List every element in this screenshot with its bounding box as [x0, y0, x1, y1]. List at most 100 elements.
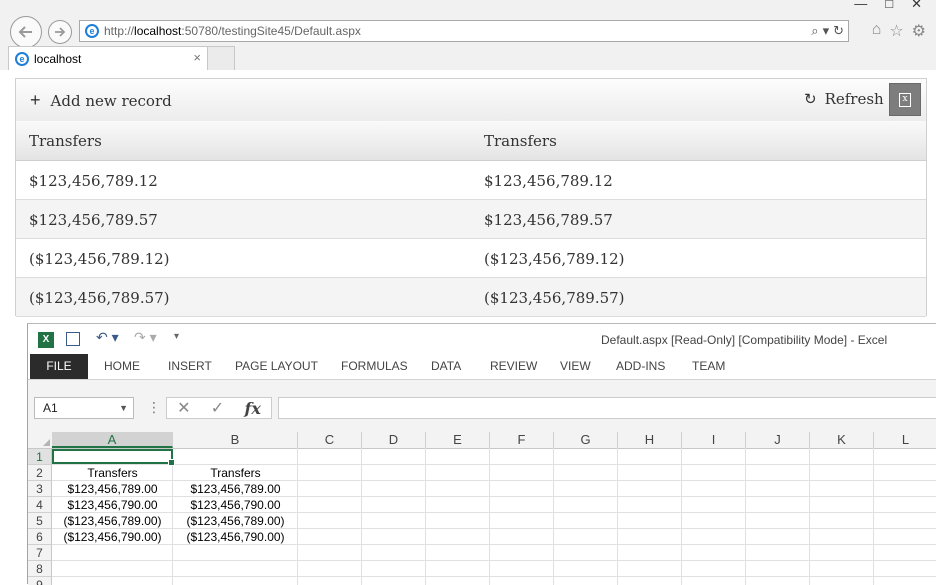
column-header-bar: ABCDEFGHIJKL	[28, 432, 936, 449]
cell-b2[interactable]: Transfers	[173, 465, 298, 481]
cell-a4[interactable]: $123,456,790.00	[52, 497, 173, 513]
column-header-k[interactable]: K	[810, 432, 874, 448]
column-header[interactable]: Transfers	[29, 132, 102, 150]
row-header-5[interactable]: 5	[28, 513, 52, 529]
column-header-g[interactable]: G	[554, 432, 618, 448]
save-icon[interactable]	[66, 332, 80, 346]
formula-bar-area: A1 ▼ ⋮ ✕ ✓ fx	[28, 380, 936, 432]
excel-export-icon: x	[899, 92, 911, 107]
active-cell-selection[interactable]	[52, 449, 175, 466]
cell-b4[interactable]: $123,456,790.00	[173, 497, 298, 513]
table-cell: $123,456,789.57	[484, 211, 613, 229]
back-button[interactable]	[10, 16, 42, 48]
home-icon[interactable]: ⌂	[872, 21, 882, 41]
ribbon-tab-view[interactable]: VIEW	[560, 354, 591, 379]
refresh-icon[interactable]: ↻	[833, 23, 844, 39]
tab-close-icon[interactable]: ×	[193, 50, 201, 65]
browser-nav-icons: ⌂ ☆ ⚙	[872, 21, 926, 41]
dropdown-arrow-icon[interactable]: ▾	[823, 23, 830, 39]
cell-a2[interactable]: Transfers	[52, 465, 173, 481]
column-header-a[interactable]: A	[52, 432, 173, 448]
minimize-button[interactable]: —	[854, 0, 867, 12]
ribbon-tab-team[interactable]: TEAM	[692, 354, 725, 379]
formula-bar-buttons: ✕ ✓ fx	[166, 397, 272, 419]
excel-title-bar: X ↶ ▾ ↷ ▾ ▾ Default.aspx [Read-Only] [Co…	[28, 324, 936, 354]
add-new-record-button[interactable]: + Add new record	[30, 90, 172, 111]
formula-input[interactable]	[278, 397, 936, 419]
url-text[interactable]: http://localhost:50780/testingSite45/Def…	[104, 24, 361, 38]
table-row[interactable]: ($123,456,789.12) ($123,456,789.12)	[16, 239, 926, 278]
column-header[interactable]: Transfers	[484, 132, 557, 150]
cell-b6[interactable]: ($123,456,790.00)	[173, 529, 298, 545]
grid-toolbar: + Add new record ↻ Refresh x	[16, 79, 926, 122]
refresh-button[interactable]: ↻ Refresh	[804, 90, 884, 108]
plus-icon: +	[30, 90, 41, 110]
insert-function-icon[interactable]: fx	[244, 399, 260, 418]
cell-a5[interactable]: ($123,456,789.00)	[52, 513, 173, 529]
cancel-entry-icon[interactable]: ✕	[177, 398, 190, 418]
ribbon-tab-formulas[interactable]: FORMULAS	[341, 354, 408, 379]
address-bar[interactable]: e http://localhost:50780/testingSite45/D…	[79, 20, 849, 42]
column-header-i[interactable]: I	[682, 432, 746, 448]
column-header-f[interactable]: F	[490, 432, 554, 448]
undo-icon[interactable]: ↶ ▾	[96, 329, 119, 346]
worksheet[interactable]: ABCDEFGHIJKL 1 2 3 4 5 6 7 8 9 Transfers Transfers…	[28, 432, 936, 585]
row-header-4[interactable]: 4	[28, 497, 52, 513]
customize-toolbar-icon[interactable]: ▾	[174, 331, 179, 342]
column-header-j[interactable]: J	[746, 432, 810, 448]
row-header-2[interactable]: 2	[28, 465, 52, 481]
ribbon-tab-review[interactable]: REVIEW	[490, 354, 537, 379]
browser-chrome: e http://localhost:50780/testingSite45/D…	[0, 0, 936, 70]
favorites-star-icon[interactable]: ☆	[889, 21, 903, 41]
forward-button[interactable]	[48, 20, 72, 44]
table-row[interactable]: $123,456,789.57 $123,456,789.57	[16, 200, 926, 239]
ribbon-tab-file[interactable]: FILE	[30, 354, 88, 379]
gridline	[617, 448, 618, 585]
export-excel-button[interactable]: x	[889, 83, 921, 116]
table-row[interactable]: ($123,456,789.57) ($123,456,789.57)	[16, 278, 926, 317]
row-header-3[interactable]: 3	[28, 481, 52, 497]
redo-icon[interactable]: ↷ ▾	[134, 329, 157, 346]
row-header-8[interactable]: 8	[28, 561, 52, 577]
gridline	[553, 448, 554, 585]
table-cell: $123,456,789.12	[484, 172, 613, 190]
maximize-button[interactable]: □	[885, 0, 893, 12]
row-header-7[interactable]: 7	[28, 545, 52, 561]
ribbon-tab-add-ins[interactable]: ADD-INS	[616, 354, 665, 379]
confirm-entry-icon[interactable]: ✓	[211, 398, 224, 418]
new-tab-button[interactable]	[208, 46, 235, 70]
tab-ie-icon: e	[15, 52, 29, 66]
table-row[interactable]: $123,456,789.12 $123,456,789.12	[16, 161, 926, 200]
table-cell: ($123,456,789.57)	[29, 289, 170, 307]
ribbon-tab-data[interactable]: DATA	[431, 354, 461, 379]
column-header-h[interactable]: H	[618, 432, 682, 448]
search-icon[interactable]: ⌕	[811, 23, 818, 39]
excel-logo-icon: X	[38, 332, 54, 348]
chevron-down-icon[interactable]: ▼	[119, 398, 128, 418]
cell-b3[interactable]: $123,456,789.00	[173, 481, 298, 497]
ribbon-tab-page-layout[interactable]: PAGE LAYOUT	[235, 354, 318, 379]
browser-tab[interactable]: e localhost ×	[8, 46, 208, 70]
ribbon-tab-home[interactable]: HOME	[104, 354, 140, 379]
ribbon-tab-insert[interactable]: INSERT	[168, 354, 212, 379]
column-header-l[interactable]: L	[874, 432, 936, 448]
cell-a3[interactable]: $123,456,789.00	[52, 481, 173, 497]
column-header-c[interactable]: C	[298, 432, 362, 448]
fill-handle[interactable]	[168, 459, 175, 466]
name-box[interactable]: A1 ▼	[34, 397, 134, 419]
cell-b5[interactable]: ($123,456,789.00)	[173, 513, 298, 529]
column-header-d[interactable]: D	[362, 432, 426, 448]
select-all-corner[interactable]	[28, 432, 52, 448]
data-grid: + Add new record ↻ Refresh x Transfers T…	[15, 78, 927, 317]
row-header-1[interactable]: 1	[28, 449, 52, 465]
gridline	[52, 560, 936, 561]
settings-gear-icon[interactable]: ⚙	[912, 21, 926, 41]
gridline	[745, 448, 746, 585]
excel-window-caption: Default.aspx [Read-Only] [Compatibility …	[601, 333, 888, 347]
more-options-icon[interactable]: ⋮	[147, 399, 161, 416]
column-header-e[interactable]: E	[426, 432, 490, 448]
cell-a6[interactable]: ($123,456,790.00)	[52, 529, 173, 545]
row-header-6[interactable]: 6	[28, 529, 52, 545]
close-window-button[interactable]: ✕	[911, 0, 922, 12]
column-header-b[interactable]: B	[173, 432, 298, 448]
